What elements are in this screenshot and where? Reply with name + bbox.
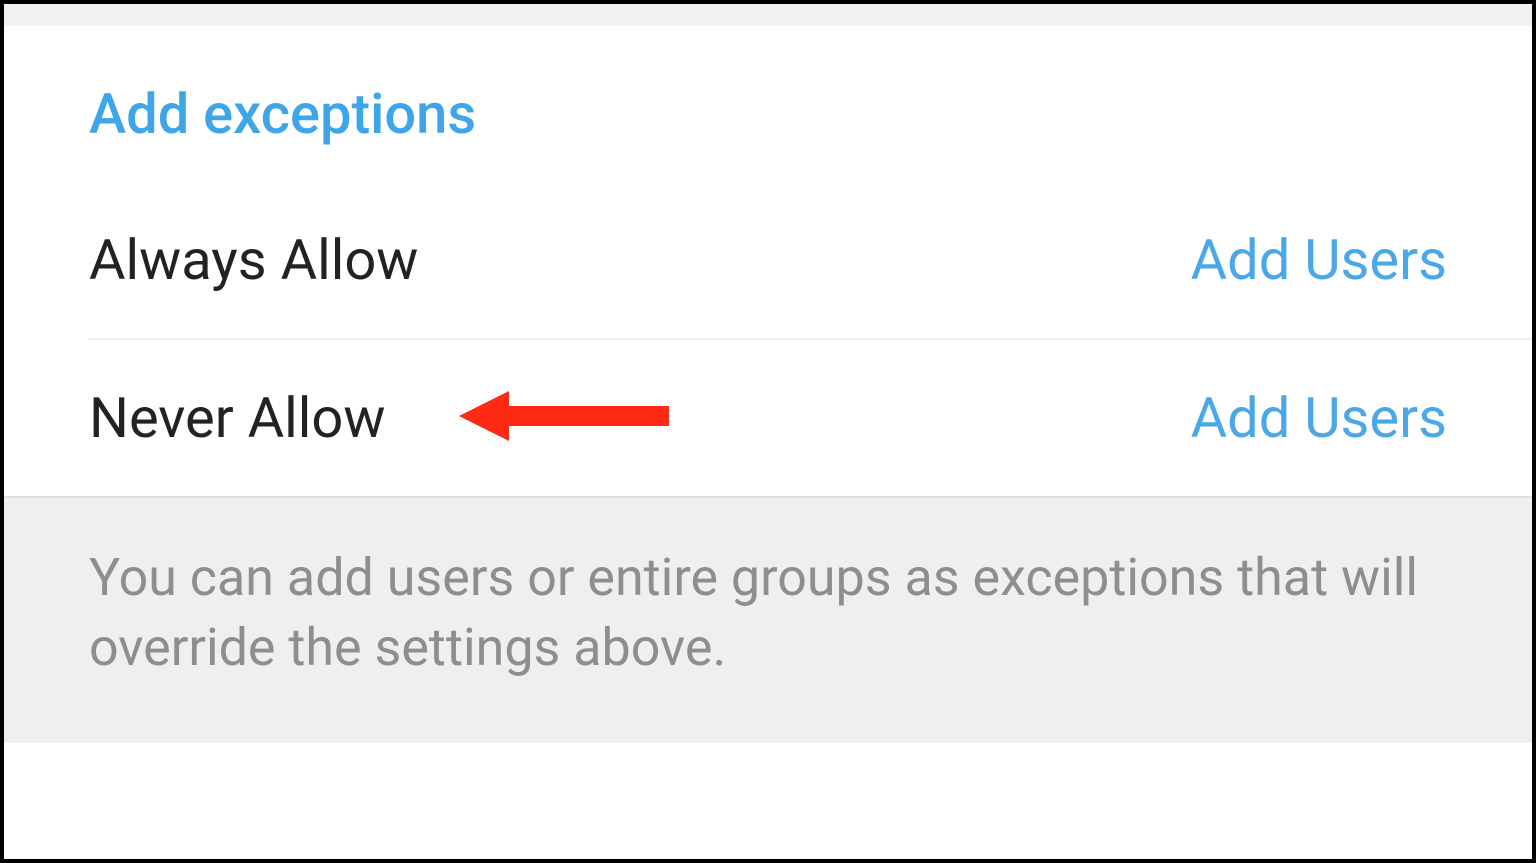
settings-panel: Add exceptions Always Allow Add Users Ne… — [0, 0, 1536, 863]
add-users-link-never[interactable]: Add Users — [1191, 385, 1447, 451]
footer-description: You can add users or entire groups as ex… — [89, 543, 1447, 683]
always-allow-label: Always Allow — [89, 227, 418, 293]
add-users-link-always[interactable]: Add Users — [1191, 227, 1447, 293]
section-title: Add exceptions — [89, 81, 1447, 147]
always-allow-row[interactable]: Always Allow Add Users — [4, 182, 1532, 338]
top-spacer — [4, 4, 1532, 26]
never-allow-label: Never Allow — [89, 385, 385, 451]
section-header: Add exceptions — [4, 26, 1532, 182]
never-allow-row[interactable]: Never Allow Add Users — [4, 340, 1532, 496]
annotation-arrow-icon — [459, 386, 679, 450]
footer-section: You can add users or entire groups as ex… — [4, 496, 1532, 743]
